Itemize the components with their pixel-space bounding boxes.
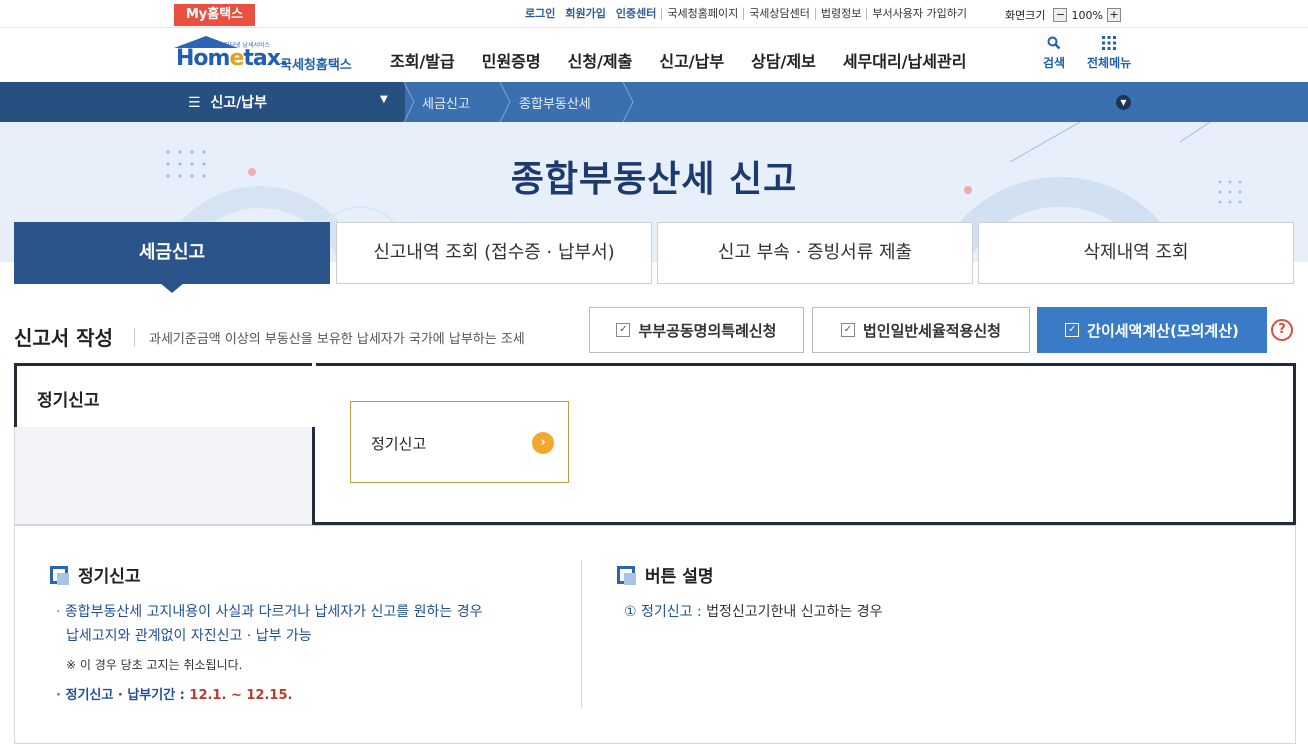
law-info-link[interactable]: 법령정보: [814, 8, 866, 20]
panel-join: [312, 363, 316, 427]
header: 인터넷 납세서비스 Hometax. 국세청홈택스 조회/발급 민원증명 신청/…: [0, 28, 1308, 82]
regular-report-button[interactable]: 정기신고 ›: [350, 401, 569, 483]
page-title: 종합부동산세 신고: [510, 159, 798, 200]
expand-toggle-icon[interactable]: ▼: [1116, 95, 1131, 110]
breadcrumb-separator-icon: [403, 82, 415, 122]
gnb-item-application[interactable]: 신청/제출: [568, 48, 633, 72]
info-right-line: ① 정기신고 : 법정신고기한내 신고하는 경우: [624, 604, 883, 620]
dept-user-signup-link[interactable]: 부서사용자 가입하기: [866, 8, 972, 20]
gnb-item-report-payment[interactable]: 신고/납부: [659, 48, 724, 72]
checkbox-icon: ✓: [616, 323, 631, 337]
consult-center-link[interactable]: 국세상담센터: [743, 8, 815, 20]
utility-links: 로그인 회원가입 인증센터 국세청홈페이지 국세상담센터 법령정보 부서사용자 …: [520, 8, 972, 20]
gnb-item-tax-agent[interactable]: 세무대리/납세관리: [843, 48, 967, 72]
tab-tax-report[interactable]: 세금신고: [14, 222, 330, 293]
cert-center-link[interactable]: 인증센터: [611, 8, 661, 20]
breadcrumb-separator-icon: [622, 82, 634, 122]
breadcrumb-property-tax[interactable]: 종합부동산세: [519, 93, 591, 112]
grid-menu-icon: [1087, 36, 1131, 54]
zoom-out-button[interactable]: −: [1053, 8, 1068, 22]
zoom-in-button[interactable]: +: [1106, 8, 1121, 22]
joint-ownership-label: 부부공동명의특례신청: [638, 321, 777, 340]
joint-ownership-button[interactable]: ✓ 부부공동명의특례신청: [589, 307, 804, 353]
global-nav: 조회/발급 민원증명 신청/제출 신고/납부 상담/제보 세무대리/납세관리: [390, 48, 993, 72]
checkbox-icon: ✓: [1065, 323, 1080, 337]
logo-korean-name: 국세청홈택스: [280, 58, 352, 73]
checkbox-icon: ✓: [840, 323, 855, 337]
login-link[interactable]: 로그인: [520, 8, 560, 20]
breadcrumb-separator-icon: [499, 82, 511, 122]
utility-bar: My홈택스 로그인 회원가입 인증센터 국세청홈페이지 국세상담센터 법령정보 …: [0, 0, 1308, 28]
regular-report-label: 정기신고: [371, 435, 427, 453]
arrow-right-icon: ›: [532, 432, 554, 454]
help-icon[interactable]: ?: [1271, 319, 1293, 341]
all-menu-label: 전체메뉴: [1087, 56, 1132, 70]
gnb-item-inquiry[interactable]: 조회/발급: [390, 48, 455, 72]
tab-bar: 세금신고 신고내역 조회 (접수증 · 납부서) 신고 부속 · 증빙서류 제출…: [14, 222, 1296, 293]
search-icon: [1043, 36, 1065, 54]
info-divider: [581, 560, 582, 708]
section-description: 과세기준금액 이상의 부동산을 보유한 납세자가 국가에 납부하는 조세: [134, 328, 525, 347]
location-bar: ☰ 신고/납부 ▼ 세금신고 종합부동산세 ▼: [0, 82, 1308, 122]
corporate-rate-button[interactable]: ✓ 법인일반세율적용신청: [812, 307, 1030, 353]
zoom-control: 화면크기 − 100% +: [1005, 7, 1121, 23]
square-bullet-icon: [617, 565, 636, 585]
breadcrumb-tax-report[interactable]: 세금신고: [422, 93, 470, 112]
simple-tax-calc-button[interactable]: ✓ 간이세액계산(모의계산): [1037, 307, 1267, 353]
zoom-label: 화면크기: [1005, 9, 1046, 22]
simple-tax-calc-label: 간이세액계산(모의계산): [1087, 321, 1239, 340]
info-left-period: · 정기신고 · 납부기간 : 12.1. ~ 12.15.: [56, 688, 293, 703]
section-title: 신고서 작성: [14, 326, 113, 350]
tab-attach-documents[interactable]: 신고 부속 · 증빙서류 제출: [657, 222, 973, 284]
info-left-line1: · 종합부동산세 고지내용이 사실과 다르거나 납세자가 신고를 원하는 경우: [56, 604, 483, 620]
caret-down-icon[interactable]: ▼: [380, 94, 388, 105]
logo-wordmark: Hometax.: [176, 46, 288, 71]
location-menu-dropdown[interactable]: ☰ 신고/납부: [188, 92, 267, 112]
my-hometax-button[interactable]: My홈택스: [174, 4, 255, 26]
info-left-note: ※ 이 경우 당초 고지는 취소됩니다.: [66, 658, 243, 672]
info-right-title: 버튼 설명: [617, 562, 713, 587]
search-button[interactable]: 검색: [1043, 36, 1065, 71]
corporate-rate-label: 법인일반세율적용신청: [862, 321, 1001, 340]
info-left-line2: 납세고지와 관계없이 자진신고 · 납부 가능: [66, 628, 312, 644]
square-bullet-icon: [50, 565, 69, 585]
gnb-item-certificates[interactable]: 민원증명: [482, 48, 541, 72]
panel-tab-regular-report[interactable]: 정기신고: [14, 363, 314, 427]
panel-tab-label: 정기신고: [37, 391, 100, 411]
nts-home-link[interactable]: 국세청홈페이지: [661, 8, 743, 20]
tab-report-history[interactable]: 신고내역 조회 (접수증 · 납부서): [336, 222, 652, 284]
info-left-title: 정기신고: [50, 562, 141, 587]
search-label: 검색: [1043, 56, 1066, 70]
tab-deleted-history[interactable]: 삭제내역 조회: [978, 222, 1294, 284]
hamburger-icon: ☰: [188, 95, 201, 111]
gnb-item-consult[interactable]: 상담/제보: [751, 48, 816, 72]
signup-link[interactable]: 회원가입: [560, 8, 610, 20]
all-menu-button[interactable]: 전체메뉴: [1087, 36, 1131, 71]
zoom-value: 100%: [1071, 8, 1103, 22]
hometax-logo[interactable]: 인터넷 납세서비스 Hometax. 국세청홈택스: [172, 34, 362, 76]
